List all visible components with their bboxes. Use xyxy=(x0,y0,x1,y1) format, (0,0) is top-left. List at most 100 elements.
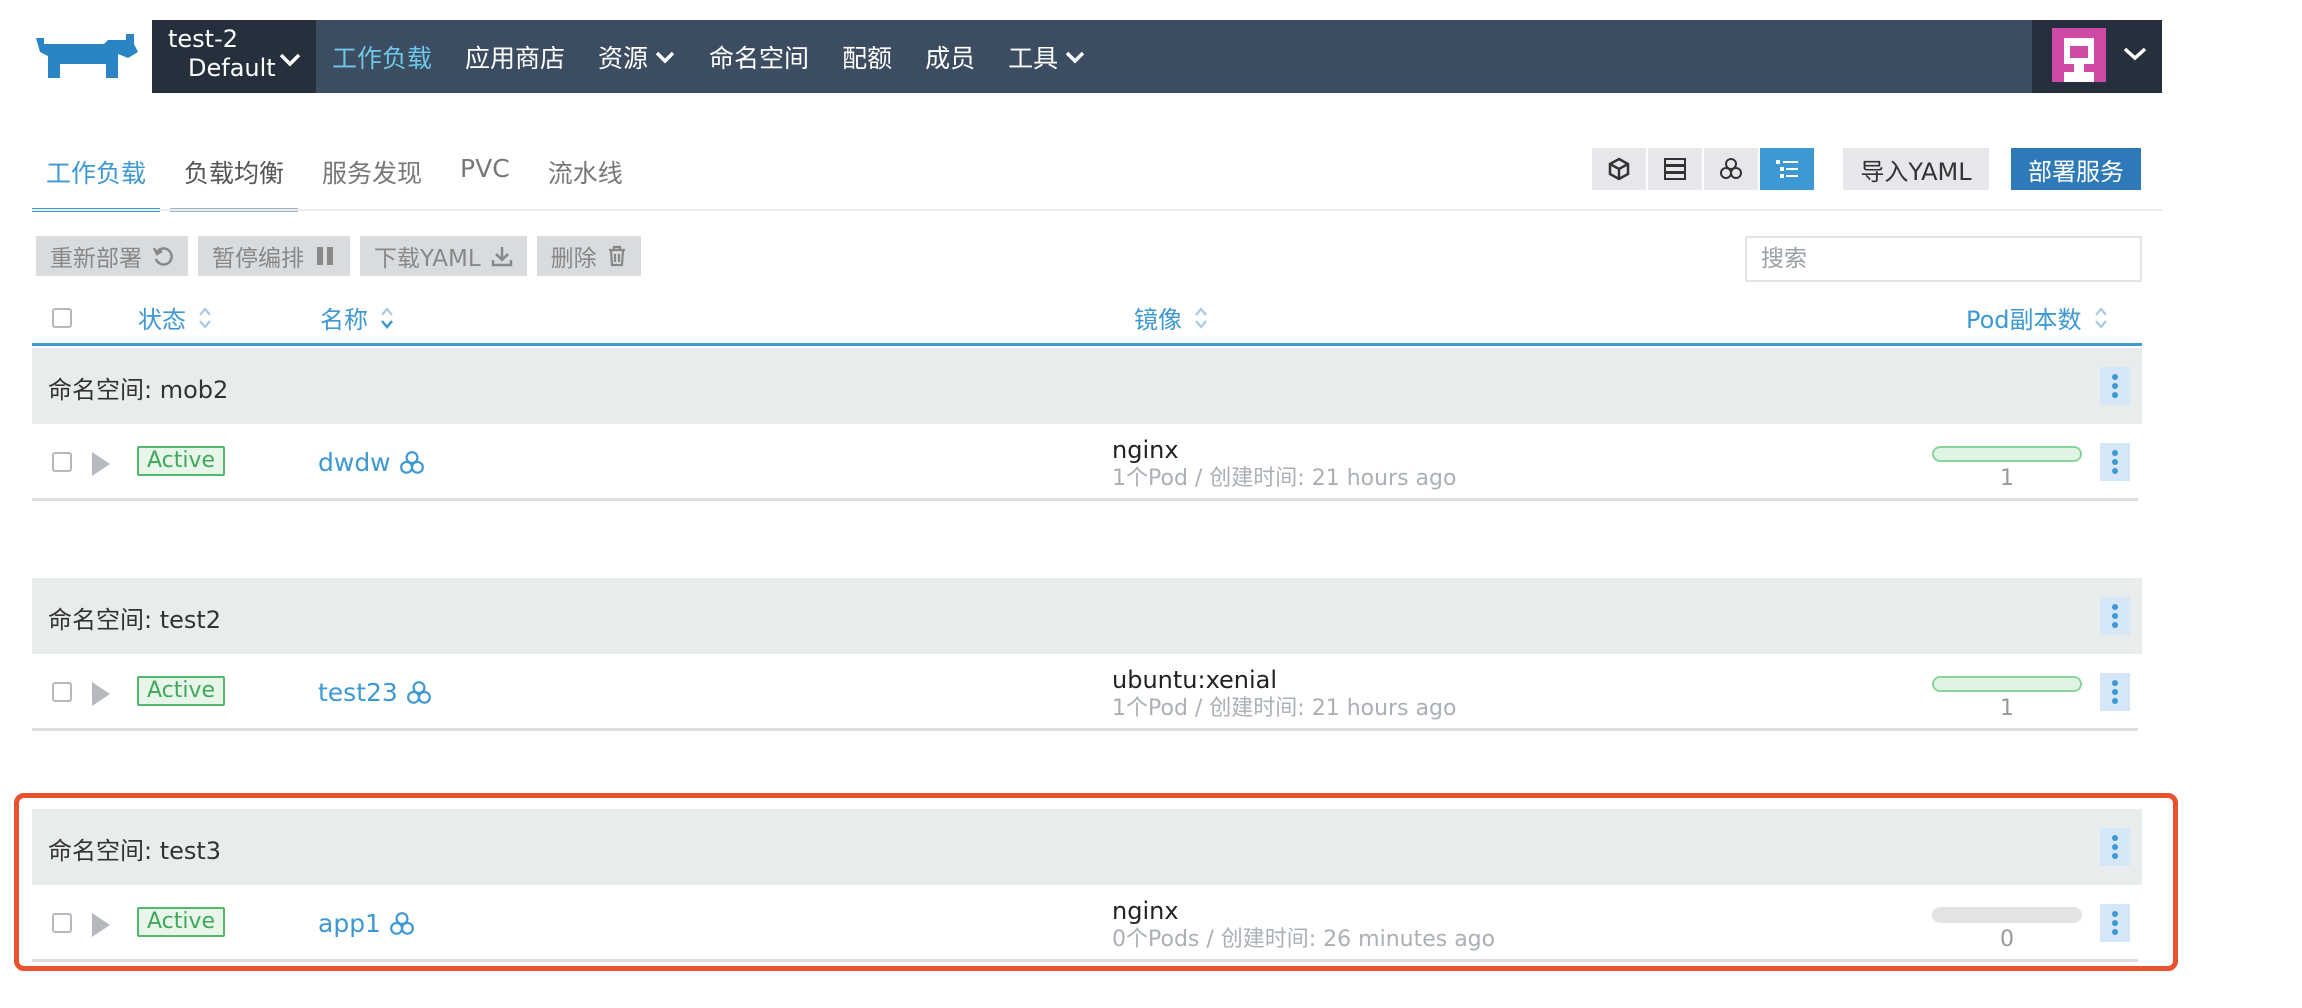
nav-quotas[interactable]: 配额 xyxy=(842,39,892,75)
workload-name-link[interactable]: test23 xyxy=(318,678,432,707)
list-icon xyxy=(1776,160,1798,178)
status-badge: Active xyxy=(137,446,226,476)
tabs-divider xyxy=(32,209,2162,211)
namespace-label: 命名空间: mob2 xyxy=(48,376,229,404)
pod-count: 1 xyxy=(2000,466,2014,491)
view-list-button[interactable] xyxy=(1760,148,1816,190)
main-nav: 工作负载 应用商店 资源 命名空间 配额 成员 工具 xyxy=(316,20,1103,93)
sub-tabs: 工作负载 负载均衡 服务发现 PVC 流水线 xyxy=(32,140,647,212)
namespace-actions-button[interactable] xyxy=(2100,597,2130,635)
expand-row-icon[interactable] xyxy=(92,682,110,706)
pause-icon xyxy=(317,247,333,265)
row-divider xyxy=(32,728,2138,731)
namespace-label: 命名空间: test2 xyxy=(48,606,222,634)
kebab-menu-icon xyxy=(2112,450,2118,474)
workload-name-link[interactable]: app1 xyxy=(318,909,415,938)
server-icon xyxy=(1664,158,1686,180)
status-badge: Active xyxy=(137,676,226,706)
tab-pvc[interactable]: PVC xyxy=(446,140,524,212)
search-input[interactable] xyxy=(1745,236,2142,282)
kebab-menu-icon xyxy=(2112,911,2118,935)
expand-row-icon[interactable] xyxy=(92,452,110,476)
row-actions-button[interactable] xyxy=(2100,673,2130,711)
view-switcher xyxy=(1592,148,1816,190)
delete-button[interactable]: 删除 xyxy=(536,236,641,276)
column-name[interactable]: 名称 xyxy=(320,300,394,335)
user-menu[interactable] xyxy=(2032,20,2162,93)
chevron-down-icon xyxy=(655,51,675,63)
namespace-actions-button[interactable] xyxy=(2100,367,2130,405)
workload-meta: 0个Pods / 创建时间: 26 minutes ago xyxy=(1112,927,1496,952)
pod-count: 1 xyxy=(2000,696,2014,721)
namespace-actions-button[interactable] xyxy=(2100,828,2130,866)
kebab-menu-icon xyxy=(2112,835,2118,859)
table-row: Active dwdw nginx 1个Pod / 创建时间: 21 hours… xyxy=(32,424,2142,500)
row-checkbox[interactable] xyxy=(52,452,72,472)
deploy-button[interactable]: 部署服务 xyxy=(2011,148,2141,190)
trash-icon xyxy=(608,245,625,267)
view-cluster-button[interactable] xyxy=(1704,148,1760,190)
table-header: 状态 名称 镜像 Pod副本数 xyxy=(32,294,2142,346)
tab-workloads[interactable]: 工作负载 xyxy=(32,140,161,212)
sort-icon xyxy=(2094,306,2107,329)
tab-load-balancing[interactable]: 负载均衡 xyxy=(170,140,299,212)
nav-resources[interactable]: 资源 xyxy=(598,39,676,75)
pod-count: 0 xyxy=(2000,927,2014,952)
cluster-project-switcher[interactable]: test-2 Default xyxy=(152,20,316,93)
row-checkbox[interactable] xyxy=(52,913,72,933)
import-yaml-button[interactable]: 导入YAML xyxy=(1843,148,1989,190)
table-row: Active test23 ubuntu:xenial 1个Pod / 创建时间… xyxy=(32,654,2142,730)
workload-meta: 1个Pod / 创建时间: 21 hours ago xyxy=(1112,696,1457,721)
view-cube-button[interactable] xyxy=(1592,148,1648,190)
cluster-name: test-2 xyxy=(168,25,239,53)
cluster-icon xyxy=(1720,158,1742,179)
column-state[interactable]: 状态 xyxy=(138,300,212,335)
download-yaml-button[interactable]: 下载YAML xyxy=(360,236,527,276)
sort-icon xyxy=(199,306,211,329)
avatar xyxy=(2052,28,2106,82)
pod-progress-bar xyxy=(1932,446,2082,462)
redeploy-button[interactable]: 重新部署 xyxy=(36,236,188,276)
top-nav-bar: test-2 Default 工作负载 应用商店 资源 命名空间 配额 成员 工… xyxy=(152,20,2162,93)
column-pod-replicas[interactable]: Pod副本数 xyxy=(1966,300,2108,335)
chevron-down-icon xyxy=(279,53,301,67)
namespace-label: 命名空间: test3 xyxy=(48,837,222,865)
namespace-header: 命名空间: test2 xyxy=(32,578,2142,654)
pod-progress-bar xyxy=(1932,907,2082,923)
status-badge: Active xyxy=(137,907,226,937)
view-server-button[interactable] xyxy=(1648,148,1704,190)
workload-meta: 1个Pod / 创建时间: 21 hours ago xyxy=(1112,466,1457,491)
kebab-menu-icon xyxy=(2112,374,2118,398)
project-name: Default xyxy=(188,54,276,82)
row-divider xyxy=(32,498,2138,501)
tab-pipeline[interactable]: 流水线 xyxy=(534,140,637,212)
bulk-actions: 重新部署 暂停编排 下载YAML 删除 xyxy=(36,236,651,276)
cluster-icon xyxy=(406,680,431,704)
nav-tools[interactable]: 工具 xyxy=(1008,39,1086,75)
sort-icon xyxy=(1195,306,1207,329)
row-divider xyxy=(32,959,2138,962)
download-icon xyxy=(491,247,512,267)
nav-app-store[interactable]: 应用商店 xyxy=(465,39,565,75)
workload-name-link[interactable]: dwdw xyxy=(318,448,425,477)
row-actions-button[interactable] xyxy=(2100,443,2130,481)
chevron-down-icon xyxy=(2123,47,2147,61)
rancher-logo[interactable] xyxy=(30,30,142,80)
namespace-header: 命名空间: test3 xyxy=(32,809,2142,885)
chevron-down-icon xyxy=(1065,51,1085,63)
select-all-checkbox[interactable] xyxy=(52,308,72,328)
column-image[interactable]: 镜像 xyxy=(1134,300,1208,335)
table-row: Active app1 nginx 0个Pods / 创建时间: 26 minu… xyxy=(32,885,2142,961)
tab-service-discovery[interactable]: 服务发现 xyxy=(308,140,436,212)
row-checkbox[interactable] xyxy=(52,682,72,702)
row-actions-button[interactable] xyxy=(2100,904,2130,942)
nav-namespaces[interactable]: 命名空间 xyxy=(709,39,809,75)
namespace-header: 命名空间: mob2 xyxy=(32,348,2142,424)
redeploy-icon xyxy=(152,247,173,266)
nav-workloads[interactable]: 工作负载 xyxy=(332,39,432,75)
expand-row-icon[interactable] xyxy=(92,913,110,937)
pause-orchestration-button[interactable]: 暂停编排 xyxy=(198,236,350,276)
cluster-icon xyxy=(399,450,424,474)
kebab-menu-icon xyxy=(2112,680,2118,704)
nav-members[interactable]: 成员 xyxy=(925,39,975,75)
